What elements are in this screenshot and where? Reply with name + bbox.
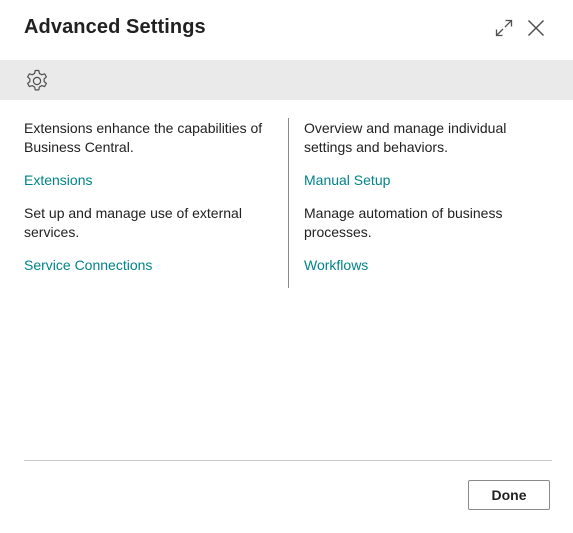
dialog-title: Advanced Settings [24, 16, 206, 38]
close-button[interactable] [525, 17, 547, 39]
dialog-header: Advanced Settings [0, 0, 573, 60]
manual-setup-description: Overview and manage individual settings … [304, 120, 507, 155]
action-toolbar [0, 60, 573, 100]
workflows-link[interactable]: Workflows [304, 256, 368, 275]
left-column: Extensions enhance the capabilities of B… [24, 119, 274, 289]
advanced-settings-dialog: Advanced Settings Extensions enhance the… [0, 0, 573, 533]
extensions-description: Extensions enhance the capabilities of B… [24, 120, 263, 155]
done-button[interactable]: Done [468, 480, 550, 510]
service-connections-description: Set up and manage use of external servic… [24, 205, 242, 240]
expand-icon [495, 19, 513, 37]
service-connections-link[interactable]: Service Connections [24, 256, 152, 275]
column-divider [288, 118, 289, 288]
gear-icon [24, 68, 50, 94]
expand-button[interactable] [493, 17, 515, 39]
manual-setup-link[interactable]: Manual Setup [304, 171, 390, 190]
close-icon [527, 19, 545, 37]
extensions-link[interactable]: Extensions [24, 171, 92, 190]
workflows-description: Manage automation of business processes. [304, 205, 503, 240]
right-column: Overview and manage individual settings … [304, 119, 554, 289]
footer-divider [24, 460, 552, 461]
